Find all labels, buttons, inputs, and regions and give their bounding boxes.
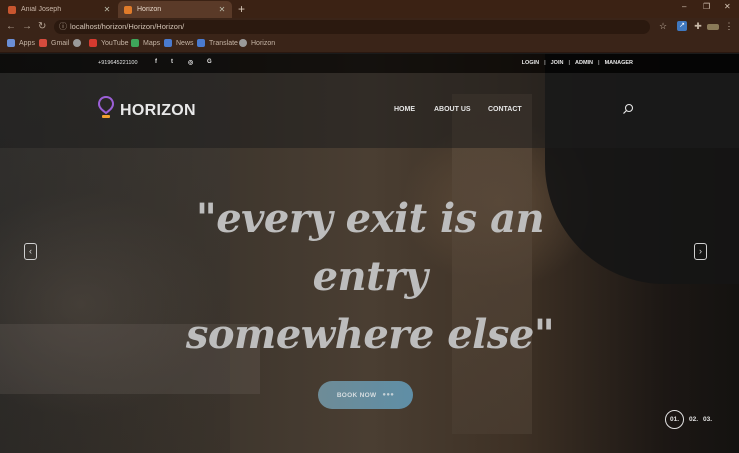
hero-quote-line: entry <box>312 253 428 300</box>
star-icon[interactable]: ☆ <box>658 21 668 31</box>
main-navigation: HORIZON HOME ABOUT US CONTACT <box>0 73 739 148</box>
join-link[interactable]: JOIN <box>551 60 564 66</box>
puzzle-icon[interactable]: ✚ <box>693 21 703 31</box>
apps-grid-icon <box>7 39 15 47</box>
twitter-icon[interactable]: t <box>171 59 173 65</box>
gmail-icon <box>39 39 47 47</box>
menu-icon[interactable]: ⋮ <box>724 21 734 31</box>
address-url: localhost/horizon/Horizon/Horizon/ <box>70 22 185 31</box>
book-now-label: BOOK NOW <box>336 391 377 399</box>
bookmark-label: Maps <box>143 39 161 47</box>
link-separator: | <box>544 60 546 66</box>
brand-logo[interactable]: HORIZON <box>120 102 196 120</box>
search-icon[interactable] <box>622 103 634 115</box>
tab-anial-joseph[interactable]: Anial Joseph ✕ <box>2 1 117 18</box>
browser-toolbar: ← → ↻ ⓘ localhost/horizon/Horizon/Horizo… <box>0 18 739 36</box>
translate-icon <box>197 39 205 47</box>
bookmark-maps[interactable]: Maps <box>131 39 160 47</box>
bookmark-label: Translate <box>209 39 238 47</box>
bookmark-gmail[interactable]: Gmail <box>39 39 69 47</box>
bookmark-translate[interactable]: Translate <box>197 39 238 47</box>
link-separator: | <box>568 60 570 66</box>
slider-next-button[interactable]: › <box>694 243 707 260</box>
globe-icon <box>73 39 81 47</box>
bookmark-globe[interactable] <box>73 39 85 47</box>
minimize-button[interactable]: – <box>682 2 686 11</box>
site-topbar: +919645221100 f t ◎ G LOGIN | JOIN | ADM… <box>0 54 739 73</box>
bookmark-label: Horizon <box>251 39 276 47</box>
bookmark-horizon[interactable]: Horizon <box>239 39 275 47</box>
back-button[interactable]: ← <box>6 20 16 34</box>
profile-icon[interactable] <box>707 24 719 30</box>
location-pin-icon <box>98 96 114 118</box>
hero-quote: "every exit is an entry somewhere else" <box>150 190 590 364</box>
tab-horizon[interactable]: Horizon ✕ <box>118 1 232 18</box>
facebook-icon[interactable]: f <box>155 59 157 65</box>
tab-favicon <box>124 5 132 14</box>
tab-favicon <box>8 5 16 14</box>
maximize-button[interactable]: ❐ <box>703 2 710 11</box>
contact-phone: +919645221100 <box>98 60 138 66</box>
globe-icon <box>239 39 247 47</box>
hero-quote-line: somewhere else" <box>185 311 555 358</box>
forward-button[interactable]: → <box>22 20 32 34</box>
youtube-icon <box>89 39 97 47</box>
slide-page-2[interactable]: 02. <box>689 416 698 423</box>
tab-title: Anial Joseph <box>21 6 62 13</box>
dots-icon: ●●● <box>382 392 395 398</box>
reload-button[interactable]: ↻ <box>38 20 46 34</box>
login-link[interactable]: LOGIN <box>522 60 539 66</box>
bookmark-apps[interactable]: Apps <box>7 39 35 47</box>
instagram-icon[interactable]: ◎ <box>188 59 193 66</box>
slider-prev-button[interactable]: ‹ <box>24 243 37 260</box>
bookmark-news[interactable]: News <box>164 39 194 47</box>
bookmark-label: YouTube <box>101 39 129 47</box>
slide-page-3[interactable]: 03. <box>703 416 712 423</box>
new-tab-button[interactable]: + <box>238 2 245 16</box>
maps-icon <box>131 39 139 47</box>
manager-link[interactable]: MANAGER <box>605 60 633 66</box>
close-icon[interactable]: ✕ <box>218 5 226 14</box>
info-icon[interactable]: ⓘ <box>59 21 67 32</box>
bookmark-youtube[interactable]: YouTube <box>89 39 129 47</box>
book-now-button[interactable]: BOOK NOW ●●● <box>318 381 413 409</box>
account-links: LOGIN | JOIN | ADMIN | MANAGER <box>522 60 633 66</box>
hero-quote-line: "every exit is an <box>195 195 545 242</box>
tab-title: Horizon <box>137 6 162 13</box>
bookmark-label: News <box>176 39 194 47</box>
browser-tab-strip: Anial Joseph ✕ Horizon ✕ + – ❐ ✕ <box>0 0 739 18</box>
extension-icon[interactable]: ↗ <box>677 21 687 31</box>
close-window-button[interactable]: ✕ <box>724 2 731 11</box>
bookmarks-bar: Apps Gmail YouTube Maps News Translate H… <box>0 36 739 53</box>
hero-section: +919645221100 f t ◎ G LOGIN | JOIN | ADM… <box>0 54 739 453</box>
close-icon[interactable]: ✕ <box>103 5 111 14</box>
link-separator: | <box>598 60 600 66</box>
bookmark-label: Apps <box>19 39 35 47</box>
address-bar[interactable]: ⓘ localhost/horizon/Horizon/Horizon/ <box>54 20 650 34</box>
admin-link[interactable]: ADMIN <box>575 60 593 66</box>
google-icon[interactable]: G <box>207 59 212 65</box>
nav-about-us[interactable]: ABOUT US <box>434 106 471 113</box>
slider-pagination: 01. 02. 03. <box>665 410 717 429</box>
bookmark-label: Gmail <box>51 39 70 47</box>
news-icon <box>164 39 172 47</box>
nav-home[interactable]: HOME <box>394 106 415 113</box>
slide-page-1[interactable]: 01. <box>665 410 684 429</box>
nav-contact[interactable]: CONTACT <box>488 106 522 113</box>
